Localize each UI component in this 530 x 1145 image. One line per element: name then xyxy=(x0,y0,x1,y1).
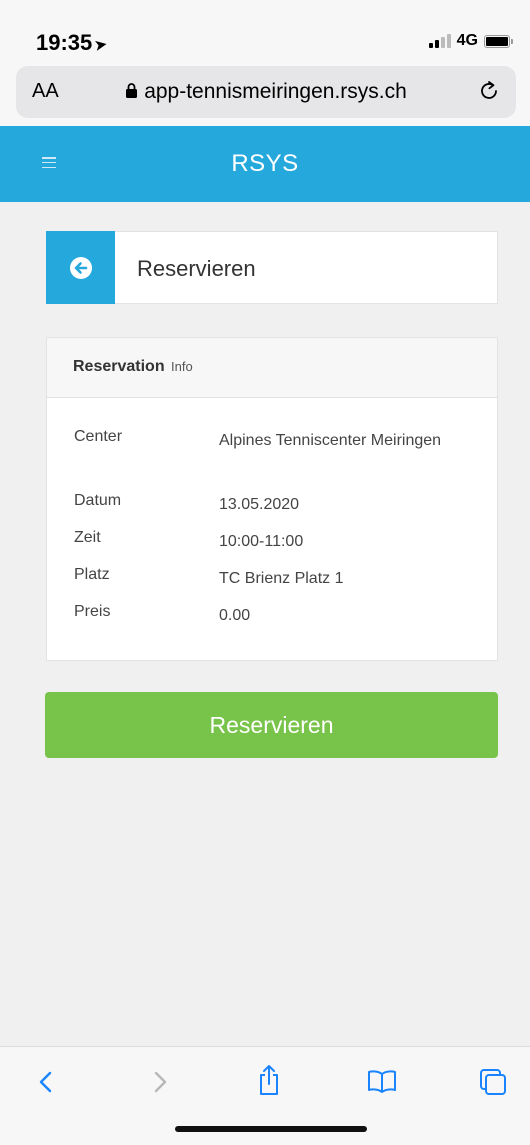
info-value: TC Brienz Platz 1 xyxy=(219,570,344,587)
bookmarks-icon[interactable] xyxy=(366,1067,398,1095)
status-time-text: 19:35 xyxy=(36,30,93,55)
url-display[interactable]: app-tennismeiringen.rsys.ch xyxy=(16,80,516,104)
browser-address-bar: AA app-tennismeiringen.rsys.ch xyxy=(0,60,530,126)
info-value: Alpines Tenniscenter Meiringen xyxy=(219,432,442,449)
info-label: Zeit xyxy=(74,529,101,546)
arrow-left-circle-icon xyxy=(69,256,92,279)
back-button[interactable] xyxy=(46,231,115,304)
panel-header: Reservation Info xyxy=(47,338,497,398)
info-label: Preis xyxy=(74,603,111,620)
reload-icon[interactable] xyxy=(476,78,502,104)
info-rows: Center Alpines Tenniscenter Meiringen Da… xyxy=(74,428,474,640)
info-row-platz: Platz TC Brienz Platz 1 xyxy=(74,566,474,603)
share-icon[interactable] xyxy=(256,1063,282,1097)
page-title-bar: Reservieren xyxy=(46,231,498,304)
url-field[interactable]: AA app-tennismeiringen.rsys.ch xyxy=(16,66,516,118)
info-row-zeit: Zeit 10:00-11:00 xyxy=(74,529,474,566)
app-title: RSYS xyxy=(231,150,299,177)
panel-heading: Reservation Info xyxy=(73,358,193,376)
network-type: 4G xyxy=(456,32,478,49)
back-arrow-icon[interactable] xyxy=(36,1067,56,1097)
app-header: RSYS xyxy=(0,126,530,202)
reserve-button[interactable]: Reservieren xyxy=(45,692,498,758)
status-time: 19:35➤ xyxy=(36,30,110,56)
location-arrow-icon: ➤ xyxy=(92,35,110,56)
url-text: app-tennismeiringen.rsys.ch xyxy=(144,80,407,103)
info-row-datum: Datum 13.05.2020 xyxy=(74,492,474,529)
signal-icon xyxy=(428,34,451,48)
battery-icon xyxy=(484,34,513,48)
info-value: 13.05.2020 xyxy=(219,496,300,513)
reservation-info-panel: Reservation Info Center Alpines Tennisce… xyxy=(46,337,498,661)
page-title: Reservieren xyxy=(137,256,256,281)
info-row-center: Center Alpines Tenniscenter Meiringen xyxy=(74,428,474,492)
home-indicator xyxy=(175,1126,367,1132)
lock-icon xyxy=(126,83,138,98)
panel-heading-sub: Info xyxy=(171,359,193,374)
info-row-preis: Preis 0.00 xyxy=(74,603,474,640)
info-value: 0.00 xyxy=(219,607,251,624)
forward-arrow-icon[interactable] xyxy=(150,1067,170,1097)
info-label: Platz xyxy=(74,566,110,583)
info-label: Center xyxy=(74,428,123,445)
status-indicators: 4G xyxy=(428,32,513,50)
info-value: 10:00-11:00 xyxy=(219,533,304,550)
tabs-icon[interactable] xyxy=(478,1067,508,1097)
info-label: Datum xyxy=(74,492,122,509)
status-bar: 19:35➤ 4G xyxy=(0,0,530,60)
panel-heading-title: Reservation xyxy=(73,358,165,375)
